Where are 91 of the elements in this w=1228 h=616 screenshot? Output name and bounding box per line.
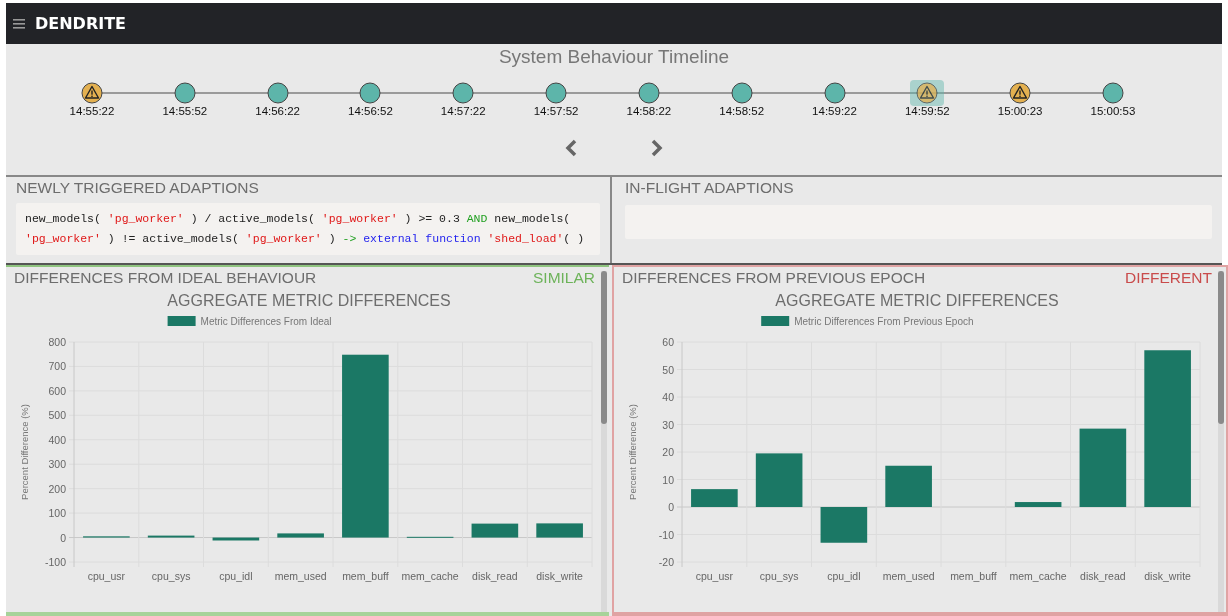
bar [471,523,519,538]
timeline-node[interactable]: 14:58:22 [616,80,681,117]
status-dot [1101,82,1124,104]
timeline-node[interactable]: 14:59:22 [802,80,867,117]
x-tick-label: mem_buff [342,570,389,582]
timeline-node[interactable]: 14:57:52 [524,80,589,117]
y-tick-label: -10 [658,528,674,541]
y-tick-label: 60 [662,336,674,348]
bar [691,489,738,507]
status-dot [359,82,382,104]
x-tick-label: mem_buff [950,570,997,582]
timeline-node[interactable]: 14:56:52 [338,80,403,117]
x-tick-label: cpu_sys [151,570,191,582]
warning-icon [1009,82,1032,104]
timeline-title: System Behaviour Timeline [497,46,731,68]
bar [820,507,868,543]
legend-label: Metric Differences From Ideal [200,316,332,327]
y-tick-label: 0 [668,501,674,513]
timeline-node[interactable]: 14:58:52 [709,80,774,117]
legend-label: Metric Differences From Previous Epoch [794,316,974,327]
verdict-label: SIMILAR [533,269,595,287]
x-tick-label: mem_used [274,570,327,582]
section-title: IN-FLIGHT ADAPTIONS [625,179,795,197]
y-tick-label: 40 [662,391,674,403]
verdict-label: DIFFERENT [1125,269,1212,287]
timeline-node[interactable]: 14:56:22 [245,80,310,117]
legend-swatch [761,316,790,326]
scrollbar[interactable] [601,271,607,612]
chart-title: AGGREGATE METRIC DIFFERENCES [774,292,1060,310]
timeline-node[interactable]: 15:00:53 [1080,80,1145,117]
timeline-node[interactable]: 14:55:52 [152,80,217,117]
panel-title: DIFFERENCES FROM PREVIOUS EPOCH [622,269,926,287]
x-tick-label: mem_used [882,570,935,582]
timeline-node[interactable]: 14:57:22 [431,80,496,117]
timeline-node[interactable]: 14:55:22 [60,80,124,117]
menu-icon[interactable] [13,18,25,29]
x-tick-label: disk_write [1144,570,1191,582]
y-tick-label: -100 [45,556,66,568]
panel-title: DIFFERENCES FROM IDEAL BEHAVIOUR [14,269,317,287]
status-dot [637,82,660,104]
x-tick-label: disk_read [1080,570,1126,582]
status-dot [452,82,475,104]
status-dot [730,82,753,104]
y-tick-label: 300 [48,458,66,471]
y-axis-title: Percent Difference (%) [19,404,30,500]
y-tick-label: 10 [662,473,674,486]
bar [1014,502,1062,507]
app-title: DENDRITE [35,14,126,33]
bar [277,533,324,538]
chevron-right-icon [650,139,663,157]
x-tick-label: cpu_usr [87,570,126,582]
x-tick-label: cpu_idl [219,570,253,582]
y-tick-label: 400 [48,433,66,446]
section-title: NEWLY TRIGGERED ADAPTIONS [16,179,260,197]
status-dot [173,82,196,104]
bar [885,465,932,507]
y-axis-title: Percent Difference (%) [627,404,638,500]
chevron-left-icon [564,139,577,157]
y-tick-label: 600 [48,384,66,397]
x-tick-label: cpu_sys [759,570,799,582]
warning-icon [916,82,939,104]
timeline-node[interactable]: 15:00:23 [988,80,1053,117]
y-tick-label: 20 [662,446,674,458]
legend-swatch [167,316,196,326]
y-tick-label: -20 [658,556,674,568]
y-tick-label: 50 [662,363,674,376]
x-tick-label: cpu_usr [695,570,734,582]
status-dot [266,82,289,104]
timeline-node[interactable]: 14:59:52 [895,80,960,117]
bar [212,537,260,541]
y-tick-label: 700 [48,360,66,373]
x-tick-label: mem_cache [1009,570,1067,582]
y-tick-label: 800 [48,336,66,348]
adaption-rule: new_models( 'pg_worker' ) / active_models( 'pg_worker' ) >= 0.3 AND new_models( 'pg_worker' ) != active_models( 'pg_worker' ) -> external function 'shed_load'( ) [25,211,586,248]
status-dot [545,82,568,104]
y-tick-label: 500 [48,409,66,422]
x-tick-label: disk_read [472,570,518,582]
x-tick-label: disk_write [536,570,583,582]
warning-icon [81,82,103,104]
bar [755,453,803,507]
bar [147,535,195,538]
y-tick-label: 30 [662,418,674,431]
chart-title: AGGREGATE METRIC DIFFERENCES [166,292,452,310]
status-dot [823,82,846,104]
bar [536,523,583,538]
scrollbar[interactable] [1218,271,1224,612]
y-tick-label: 100 [48,507,66,520]
x-tick-label: cpu_idl [827,570,861,582]
y-tick-label: 200 [48,482,66,495]
x-tick-label: mem_cache [401,570,459,582]
y-tick-label: 0 [60,531,66,544]
